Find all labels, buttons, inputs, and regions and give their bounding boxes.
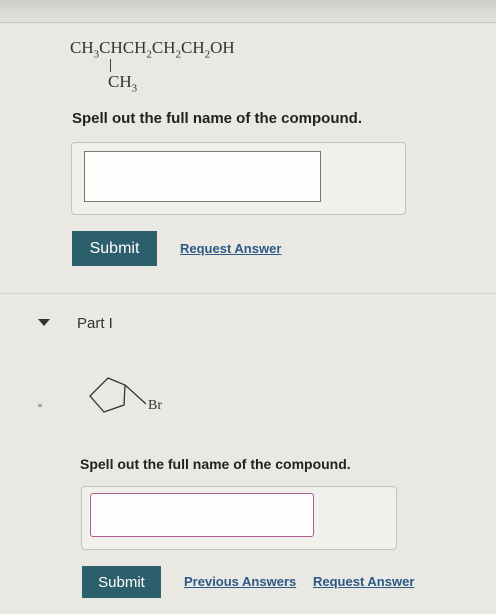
request-answer-link[interactable]: Request Answer	[180, 241, 281, 256]
request-answer-link[interactable]: Request Answer	[313, 574, 414, 589]
formula-branch: CH3	[108, 72, 137, 94]
submit-button[interactable]: Submit	[82, 566, 161, 598]
formula-text: CH	[180, 38, 205, 57]
question-prompt: Spell out the full name of the compound.	[72, 110, 362, 127]
formula-text: CH	[108, 72, 132, 91]
formula-subscript: 3	[131, 82, 138, 95]
formula-text: OH	[210, 38, 235, 57]
formula-text: CHCH	[99, 38, 147, 57]
top-band	[0, 0, 496, 22]
cyclopentane-ring	[89, 377, 126, 413]
formula-text: CH	[151, 38, 176, 57]
formula-branch-bond	[110, 59, 111, 72]
condensed-formula: CH3CHCH2CH2CH2OH CH3	[70, 38, 235, 94]
question-prompt: Spell out the full name of the compound.	[80, 456, 351, 472]
answer-input[interactable]	[84, 151, 321, 202]
cyclopentyl-bromide-structure	[89, 377, 147, 413]
answer-panel	[81, 486, 397, 550]
answer-panel	[71, 142, 406, 215]
previous-answers-link[interactable]: Previous Answers	[184, 574, 296, 589]
answer-input[interactable]	[90, 493, 314, 537]
speck	[38, 404, 42, 407]
submit-button[interactable]: Submit	[72, 231, 157, 266]
formula-text: CH	[70, 38, 94, 57]
part-title[interactable]: Part I	[77, 315, 113, 332]
formula-main-chain: CH3CHCH2CH2CH2OH	[70, 38, 235, 60]
bromine-label: Br	[148, 398, 162, 413]
part-divider	[0, 293, 496, 294]
top-band-divider	[0, 22, 496, 23]
collapse-caret-icon[interactable]	[38, 319, 50, 326]
carbon-bromine-bond	[124, 384, 147, 405]
